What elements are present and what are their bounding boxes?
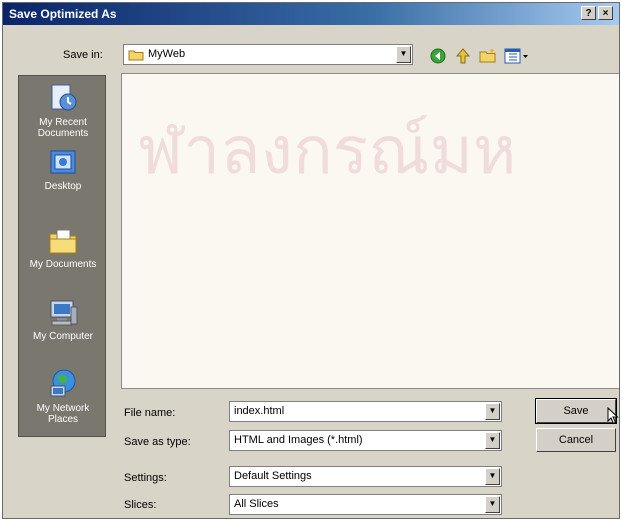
file-name-input[interactable]: index.html ▼ [229,401,502,422]
up-one-level-icon[interactable] [454,47,472,65]
chevron-down-icon[interactable]: ▼ [396,46,411,63]
settings-dropdown[interactable]: Default Settings ▼ [229,466,502,487]
recent-documents-icon [51,84,77,111]
settings-value: Default Settings [234,470,312,482]
place-label: My Network [36,403,90,414]
settings-label: Settings: [124,472,167,484]
help-button[interactable]: ? [581,6,596,20]
chevron-down-icon[interactable]: ▼ [485,432,500,449]
title-bar[interactable]: Save Optimized As ? × [3,3,619,25]
cancel-button[interactable]: Cancel [536,428,616,452]
save-as-type-value: HTML and Images (*.html) [234,434,363,446]
file-name-value: index.html [234,405,285,417]
save-button[interactable]: Save [535,398,617,424]
places-bar: My Recent Documents Desktop My Documents [18,75,106,437]
desktop-icon [50,150,76,174]
save-as-type-dropdown[interactable]: HTML and Images (*.html) ▼ [229,430,502,451]
folder-icon [128,50,144,61]
save-as-type-label: Save as type: [124,436,191,448]
place-desktop[interactable]: Desktop [19,148,107,192]
chevron-down-icon[interactable]: ▼ [485,403,500,420]
place-my-recent-documents[interactable]: My Recent Documents [19,82,107,139]
save-in-label: Save in: [63,49,103,61]
place-my-computer[interactable]: My Computer [19,298,107,342]
slices-dropdown[interactable]: All Slices ▼ [229,494,502,515]
back-icon[interactable] [429,47,447,65]
file-name-label: File name: [124,407,176,419]
place-label: Places [47,414,78,425]
place-label: My Documents [29,259,97,270]
place-label: My Recent [39,117,87,128]
place-my-network-places[interactable]: My Network Places [19,368,107,425]
save-optimized-as-dialog: Save Optimized As ? × Save in: MyWeb ▼ M… [2,2,620,519]
view-menu-icon[interactable] [504,47,530,65]
chevron-down-icon[interactable]: ▼ [485,496,500,513]
watermark-text: ฬาลงกรณ์มห [138,112,517,189]
close-button[interactable]: × [598,6,613,20]
new-folder-icon[interactable] [479,47,497,65]
my-documents-icon [49,229,77,254]
my-computer-icon [50,300,78,326]
dialog-title: Save Optimized As [9,7,117,21]
place-my-documents[interactable]: My Documents [19,226,107,270]
mouse-pointer-icon [607,407,619,425]
place-label: Documents [37,128,89,139]
place-label: Desktop [44,181,82,192]
place-label: My Computer [32,331,93,342]
network-places-icon [50,369,76,397]
slices-label: Slices: [124,499,157,511]
save-in-value: MyWeb [148,48,186,60]
slices-value: All Slices [234,498,279,510]
chevron-down-icon[interactable]: ▼ [485,468,500,485]
save-in-dropdown[interactable]: MyWeb ▼ [123,44,413,65]
